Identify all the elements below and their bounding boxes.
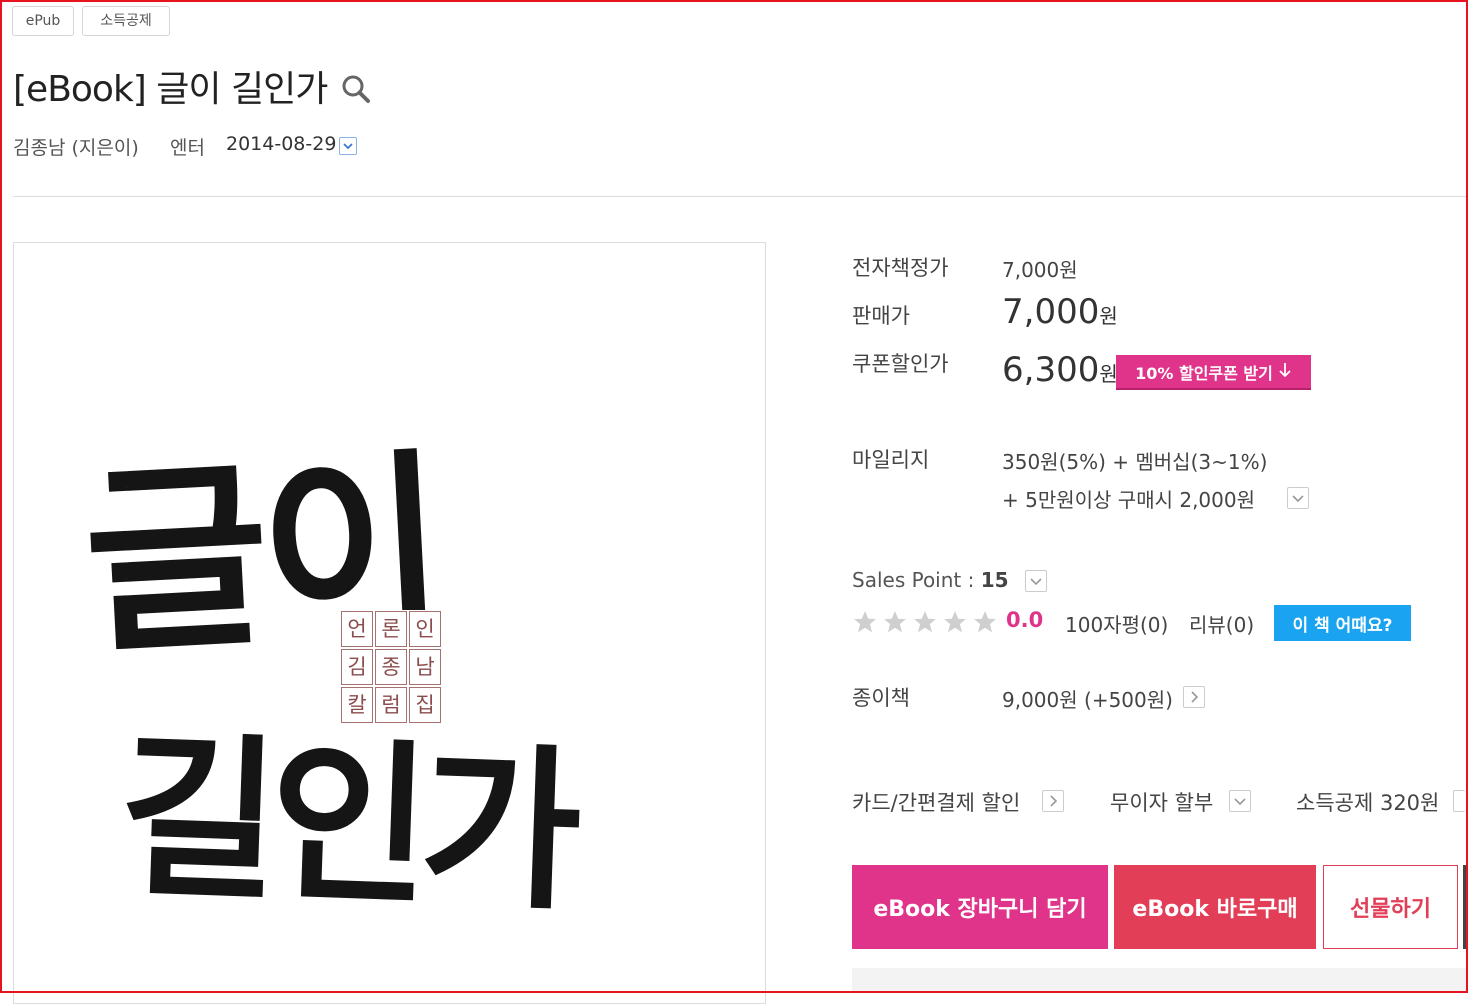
coupon-price-label: 쿠폰할인가	[852, 352, 949, 376]
sales-point-value: 15	[980, 568, 1009, 592]
sales-point-dropdown-icon[interactable]	[1025, 570, 1047, 592]
installment-label[interactable]: 무이자 할부	[1110, 787, 1213, 817]
tag-epub[interactable]: ePub	[12, 6, 74, 36]
card-discount-arrow-icon[interactable]	[1042, 790, 1064, 812]
ask-book-button[interactable]: 이 책 어때요?	[1274, 605, 1411, 641]
book-title: [eBook] 글이 길인가	[13, 69, 328, 110]
paper-book-value[interactable]: 9,000원 (+500원)	[1002, 684, 1173, 713]
coupon-price: 6,300원	[1002, 350, 1118, 390]
more-button-edge[interactable]	[1463, 865, 1468, 949]
tax-deduction-arrow-icon[interactable]	[1453, 790, 1465, 812]
gift-button[interactable]: 선물하기	[1323, 865, 1458, 949]
mileage-label: 마일리지	[852, 448, 930, 472]
stamp-row: 언 론 인	[340, 610, 442, 648]
paper-book-label: 종이책	[852, 686, 910, 710]
stamp-char: 럼	[375, 687, 407, 723]
star-icon	[944, 611, 966, 633]
stamp-char: 집	[409, 687, 441, 723]
book-cover[interactable]: 글이 길인가 언 론 인 김 종 남 칼 럼 집	[13, 242, 766, 1004]
buy-now-button[interactable]: eBook 바로구매	[1114, 865, 1316, 949]
mileage-dropdown-icon[interactable]	[1287, 487, 1309, 509]
tag-tax-deduction[interactable]: 소득공제	[82, 6, 170, 36]
download-arrow-icon	[1278, 362, 1292, 382]
list-price-value: 7,000원	[1002, 258, 1078, 282]
stamp-row: 김 종 남	[340, 648, 442, 686]
coupon-button-label: 10% 할인쿠폰 받기	[1135, 363, 1273, 383]
divider	[13, 196, 1468, 197]
card-discount-label[interactable]: 카드/간편결제 할인	[852, 787, 1020, 817]
sale-price-value: 7,000	[1002, 292, 1100, 332]
publisher-link[interactable]: 엔터	[170, 133, 205, 160]
sales-point-label: Sales Point :	[852, 568, 981, 592]
sale-price-label: 판매가	[852, 304, 910, 328]
rating-value: 0.0	[1006, 608, 1044, 632]
star-icon	[914, 611, 936, 633]
cover-stamp: 언 론 인 김 종 남 칼 럼 집	[340, 610, 442, 724]
coupon-download-button[interactable]: 10% 할인쿠폰 받기	[1116, 355, 1311, 390]
star-icon	[974, 611, 996, 633]
star-rating	[852, 609, 998, 635]
coupon-price-unit: 원	[1099, 362, 1118, 386]
date-dropdown-icon[interactable]	[339, 137, 357, 155]
coupon-price-value: 6,300	[1002, 350, 1100, 390]
star-icon	[854, 611, 876, 633]
stamp-char: 남	[409, 649, 441, 685]
installment-dropdown-icon[interactable]	[1229, 790, 1251, 812]
tax-deduction-label: 소득공제 320원	[1296, 791, 1440, 815]
list-price-label: 전자책정가	[852, 256, 949, 280]
publish-date: 2014-08-29	[226, 133, 337, 155]
reviews-link[interactable]: 리뷰(0)	[1189, 609, 1254, 638]
stamp-char: 칼	[341, 687, 373, 723]
stamp-row: 칼 럼 집	[340, 686, 442, 724]
author-link[interactable]: 김종남 (지은이)	[13, 133, 139, 160]
star-icon	[884, 611, 906, 633]
stamp-char: 언	[341, 611, 373, 647]
mileage-line1: 350원(5%) + 멤버십(3~1%)	[1002, 450, 1268, 474]
stamp-char: 종	[375, 649, 407, 685]
mileage-line2: + 5만원이상 구매시 2,000원	[1002, 488, 1256, 512]
reviews100-link[interactable]: 100자평(0)	[1065, 609, 1168, 638]
page-title: [eBook] 글이 길인가	[13, 60, 372, 114]
sale-price-unit: 원	[1099, 304, 1118, 328]
stamp-char: 론	[375, 611, 407, 647]
add-to-cart-button[interactable]: eBook 장바구니 담기	[852, 865, 1108, 949]
sale-price: 7,000원	[1002, 292, 1118, 332]
stamp-char: 김	[341, 649, 373, 685]
stamp-char: 인	[409, 611, 441, 647]
sales-point: Sales Point : 15	[852, 568, 1009, 592]
paper-book-arrow-icon[interactable]	[1183, 686, 1205, 708]
search-icon[interactable]	[340, 73, 372, 114]
info-panel	[852, 968, 1468, 993]
